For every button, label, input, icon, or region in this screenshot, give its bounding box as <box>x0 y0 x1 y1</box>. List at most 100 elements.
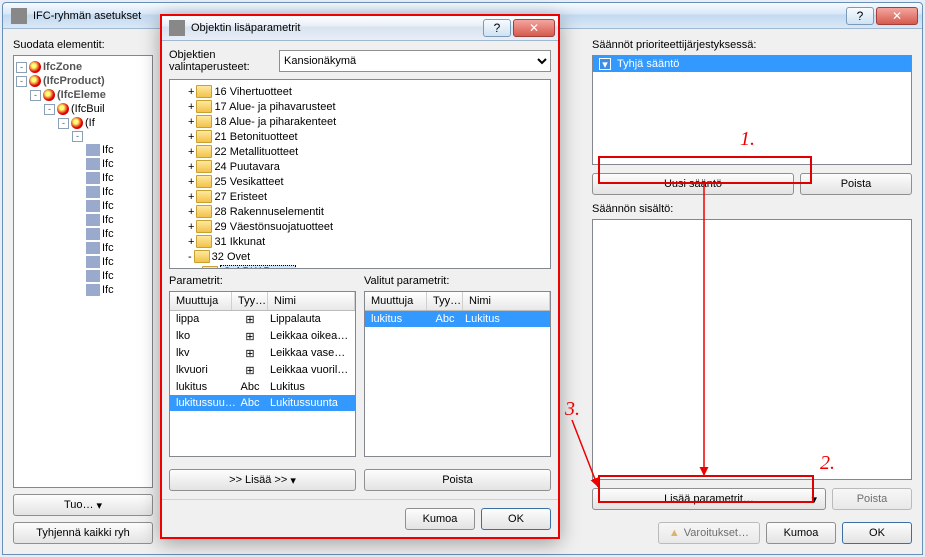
param-row[interactable]: lko⊞Leikkaa oikea… <box>170 328 355 345</box>
folder-item[interactable]: +18 Alue- ja piharakenteet <box>174 114 546 129</box>
remove-selected-button[interactable]: Poista <box>364 469 551 491</box>
element-tree[interactable]: -IfcZone-(IfcProduct)-(IfcEleme-(IfcBuil… <box>13 55 153 488</box>
delete-rule-button[interactable]: Poista <box>800 173 912 195</box>
node-icon <box>86 144 100 156</box>
tree-item[interactable]: Ifc <box>16 213 150 227</box>
close-button[interactable]: ✕ <box>513 19 555 37</box>
tree-item[interactable]: - <box>16 130 150 143</box>
folder-tree[interactable]: +16 Vihertuotteet+17 Alue- ja pihavarust… <box>169 79 551 269</box>
folder-item[interactable]: +24 Puutavara <box>174 159 546 174</box>
expand-toggle-icon[interactable]: - <box>188 251 192 263</box>
help-button[interactable]: ? <box>846 7 874 25</box>
folder-item-label: 17 Alue- ja pihavarusteet <box>214 101 335 113</box>
tree-item[interactable]: - (IfcProduct) <box>16 74 150 88</box>
expand-toggle-icon[interactable]: + <box>188 101 194 113</box>
folder-item[interactable]: +29 Väestönsuojatuotteet <box>174 219 546 234</box>
tree-item-label: (IfcProduct) <box>43 75 105 87</box>
param-row[interactable]: lkv⊞Leikkaa vase… <box>170 345 355 362</box>
tree-item[interactable]: Ifc <box>16 241 150 255</box>
expand-toggle-icon[interactable]: - <box>16 76 27 87</box>
rules-panel: Säännöt prioriteettijärjestyksessä: ▾ Ty… <box>592 39 912 544</box>
tree-item[interactable]: -(IfcEleme <box>16 88 150 102</box>
tree-item[interactable]: Ifc <box>16 255 150 269</box>
dialog2-cancel-button[interactable]: Kumoa <box>405 508 475 530</box>
folder-item-label: 31 Ikkunat <box>214 236 265 248</box>
import-button[interactable]: Tuo… ▾ <box>13 494 153 516</box>
expand-toggle-icon[interactable]: - <box>72 131 83 142</box>
expand-toggle-icon[interactable]: + <box>188 161 194 173</box>
app-icon <box>169 20 185 36</box>
folder-item[interactable]: +31 Ikkunat <box>174 234 546 249</box>
folder-item-label: 32 Ovet <box>212 251 251 263</box>
folder-item[interactable]: +16 Vihertuotteet <box>174 84 546 99</box>
folder-item[interactable]: +17 Alue- ja pihavarusteet <box>174 99 546 114</box>
warnings-button[interactable]: ▲Varoitukset… <box>658 522 760 544</box>
tree-item-label: Ifc <box>102 228 114 240</box>
tree-item[interactable]: Ifc <box>16 171 150 185</box>
folder-icon <box>196 115 212 128</box>
param-row[interactable]: lukitusAbcLukitus <box>170 379 355 395</box>
expand-toggle-icon[interactable]: + <box>188 191 194 203</box>
tree-item[interactable]: - (If <box>16 116 150 130</box>
folder-item[interactable]: - 32 Ovet <box>174 249 546 264</box>
cancel-button[interactable]: Kumoa <box>766 522 836 544</box>
folder-item-label: 25 Vesikatteet <box>214 176 283 188</box>
expand-toggle-icon[interactable]: - <box>44 104 55 115</box>
node-icon <box>86 200 100 212</box>
dialog2-ok-button[interactable]: OK <box>481 508 551 530</box>
close-button[interactable]: ✕ <box>876 7 918 25</box>
expand-toggle-icon[interactable]: - <box>16 62 27 73</box>
expand-toggle-icon[interactable]: + <box>188 116 194 128</box>
clear-all-button[interactable]: Tyhjennä kaikki ryh <box>13 522 153 544</box>
help-button[interactable]: ? <box>483 19 511 37</box>
param-row[interactable]: lukitusAbcLukitus <box>365 311 550 327</box>
tree-item[interactable]: Ifc <box>16 185 150 199</box>
expand-toggle-icon[interactable]: + <box>188 236 194 248</box>
tree-item[interactable]: Ifc <box>16 269 150 283</box>
ok-button[interactable]: OK <box>842 522 912 544</box>
folder-item[interactable]: +22 Metallituotteet <box>174 144 546 159</box>
folder-item[interactable]: +21 Betonituotteet <box>174 129 546 144</box>
expand-toggle-icon[interactable]: + <box>188 131 194 143</box>
tree-item-label: Ifc <box>102 200 114 212</box>
tree-item[interactable]: Ifc <box>16 227 150 241</box>
expand-toggle-icon[interactable]: + <box>188 221 194 233</box>
folder-icon <box>196 100 212 113</box>
folder-item[interactable]: +27 Eristeet <box>174 189 546 204</box>
selected-params-list[interactable]: Muuttuja Tyy… Nimi lukitusAbcLukitus <box>364 291 551 457</box>
param-row[interactable]: lippa⊞Lippalauta <box>170 311 355 328</box>
basis-label: Objektien valintaperusteet: <box>169 49 269 73</box>
new-rule-button[interactable]: Uusi sääntö <box>592 173 794 195</box>
add-params-dropdown[interactable]: Lisää parametrit…▾ <box>592 488 826 510</box>
tree-item-label: Ifc <box>102 214 114 226</box>
caret-down-icon: ▾ <box>811 493 817 506</box>
expand-toggle-icon[interactable]: + <box>188 206 194 218</box>
folder-item[interactable]: Ovi PK15.gsm <box>174 264 546 269</box>
expand-toggle-icon[interactable]: - <box>58 118 69 129</box>
tree-item[interactable]: - IfcZone <box>16 60 150 74</box>
expand-toggle-icon[interactable]: - <box>30 90 41 101</box>
expand-toggle-icon[interactable]: + <box>188 146 194 158</box>
delete-param-button[interactable]: Poista <box>832 488 912 510</box>
basis-select[interactable]: Kansionäkymä <box>279 50 551 72</box>
tree-item[interactable]: Ifc <box>16 157 150 171</box>
tree-item[interactable]: Ifc <box>16 199 150 213</box>
folder-item[interactable]: +25 Vesikatteet <box>174 174 546 189</box>
add-to-selected-button[interactable]: >> Lisää >> ▾ <box>169 469 356 491</box>
node-icon <box>86 186 100 198</box>
param-row[interactable]: lukitussuu…AbcLukitussuunta <box>170 395 355 411</box>
expand-toggle-icon[interactable]: + <box>188 86 194 98</box>
expand-toggle-icon[interactable]: + <box>188 176 194 188</box>
tree-item[interactable]: Ifc <box>16 143 150 157</box>
filter-label: Suodata elementit: <box>13 39 153 51</box>
rule-item[interactable]: ▾ Tyhjä sääntö <box>593 56 911 72</box>
tree-item[interactable]: -(IfcBuil <box>16 102 150 116</box>
tree-item[interactable]: Ifc <box>16 283 150 297</box>
tree-item-label: IfcZone <box>43 61 82 73</box>
folder-item[interactable]: +28 Rakennuselementit <box>174 204 546 219</box>
tree-item-label: Ifc <box>102 242 114 254</box>
param-row[interactable]: lkvuori⊞Leikkaa vuoril… <box>170 362 355 379</box>
tree-item-label: (If <box>85 117 95 129</box>
available-params-list[interactable]: Muuttuja Tyy… Nimi lippa⊞Lippalautalko⊞L… <box>169 291 356 457</box>
rule-content-box[interactable] <box>592 219 912 480</box>
